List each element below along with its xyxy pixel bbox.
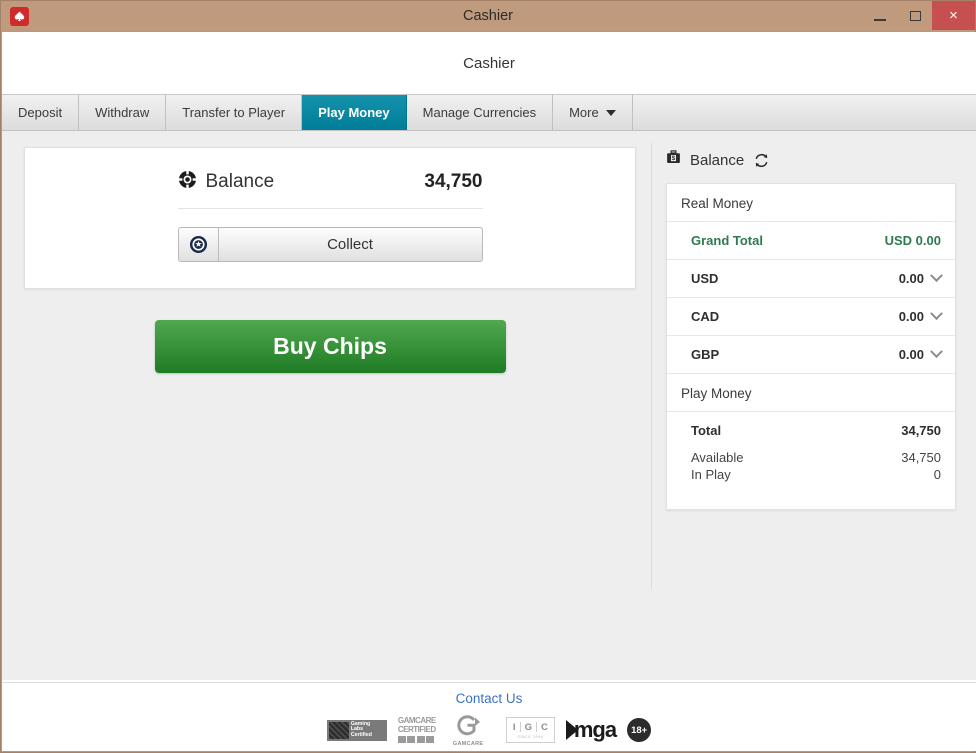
tab-deposit[interactable]: Deposit: [2, 95, 80, 130]
balance-sidebar-title: Balance: [690, 151, 745, 169]
tab-manage-currencies[interactable]: Manage Currencies: [406, 95, 554, 130]
balance-label-group: Balance: [178, 170, 275, 194]
collect-button[interactable]: Collect: [177, 227, 483, 262]
tab-bar-filler: [632, 95, 976, 130]
row-value: 34,750: [901, 423, 941, 438]
row-value: 34,750: [901, 450, 941, 465]
age-18-plus-logo: 18+: [627, 718, 652, 742]
gamcare-logo: GAMCARE: [453, 714, 495, 747]
cashier-window: Cashier × Cashier Deposit Withdraw Trans…: [0, 0, 976, 753]
app-body: Cashier Deposit Withdraw Transfer to Pla…: [2, 32, 976, 751]
mga-text: mga: [573, 717, 617, 742]
row-value-group: 0.00: [898, 307, 943, 324]
balance-sidebar-header: $ Balance: [666, 147, 956, 173]
balance-row-cad[interactable]: CAD 0.00: [667, 297, 955, 335]
row-value: 0: [933, 467, 941, 482]
row-label: Available: [691, 450, 744, 465]
balance-row-available: Available 34,750: [667, 449, 955, 466]
row-label: USD: [691, 271, 719, 286]
collect-button-label: Collect: [327, 236, 373, 253]
chevron-down-icon[interactable]: [930, 307, 943, 321]
balance-row-grand-total: Grand Total USD 0.00: [667, 221, 955, 259]
row-value: 0.00: [898, 271, 924, 286]
row-label: In Play: [691, 467, 731, 482]
content-area: Balance 34,750 Collect Buy Chips $ Balan…: [2, 131, 976, 680]
page-title: Cashier: [463, 54, 515, 72]
tab-label: Play Money: [318, 105, 390, 120]
gamcare-certified-logo: GAMCARE CERTIFIED: [397, 716, 442, 743]
chevron-down-icon[interactable]: [930, 269, 943, 283]
logo-line-3: Certified: [350, 731, 372, 738]
section-title-play-money: Play Money: [667, 373, 955, 411]
tab-more[interactable]: More: [553, 95, 633, 130]
chevron-down-icon: [605, 109, 616, 116]
gaming-labs-pattern: [328, 721, 349, 739]
balance-sidebar-card: Real Money Grand Total USD 0.00 USD 0.00: [666, 183, 956, 510]
balance-card: Balance 34,750 Collect: [24, 147, 636, 289]
tab-play-money[interactable]: Play Money: [302, 95, 407, 130]
close-icon: ×: [949, 7, 958, 24]
tab-label: Deposit: [18, 105, 63, 120]
row-label: CAD: [691, 309, 720, 324]
balance-row: Balance 34,750: [177, 170, 483, 209]
row-value-group: 0.00: [898, 269, 943, 286]
close-button[interactable]: ×: [932, 1, 975, 30]
igc-letter-i: I: [512, 721, 516, 733]
section-title-real-money: Real Money: [681, 196, 754, 211]
balance-row-usd[interactable]: USD 0.00: [667, 259, 955, 297]
tab-label: Transfer to Player: [182, 105, 286, 120]
tab-transfer-to-player[interactable]: Transfer to Player: [166, 95, 303, 130]
igc-logo: I G C SINCE 1996: [505, 717, 555, 743]
igc-letter-c: C: [540, 721, 548, 733]
balance-label: Balance: [205, 171, 275, 192]
balance-row-in-play: In Play 0: [667, 466, 955, 483]
row-label: Total: [691, 423, 722, 438]
page-header: Cashier: [2, 32, 976, 95]
title-bar: Cashier ×: [1, 1, 975, 31]
balance-row-play-money-total: Total 34,750: [667, 411, 955, 449]
igc-since-text: SINCE 1996: [517, 734, 544, 739]
poker-chip-icon: [178, 170, 197, 194]
gaming-labs-text: Gaming Labs Certified: [350, 721, 372, 739]
maximize-icon: [909, 10, 921, 21]
row-label: Grand Total: [691, 233, 763, 248]
svg-text:$: $: [672, 155, 676, 162]
contact-us-link[interactable]: Contact Us: [456, 691, 523, 706]
minimize-button[interactable]: [862, 1, 898, 30]
balance-amount: 34,750: [424, 171, 483, 192]
tab-label: Manage Currencies: [422, 105, 537, 120]
row-label: GBP: [691, 347, 720, 362]
igc-letter-g: G: [524, 721, 532, 733]
column-divider: [651, 143, 652, 589]
footer: Contact Us Gaming Labs Certified GAMCARE…: [2, 682, 976, 751]
minimize-icon: [874, 18, 886, 21]
mga-logo: mga: [565, 717, 617, 743]
logo-line-2: CERTIFIED: [397, 724, 436, 734]
balance-row-gbp[interactable]: GBP 0.00: [667, 335, 955, 373]
row-value: 0.00: [898, 347, 924, 362]
maximize-button[interactable]: [898, 1, 932, 30]
gaming-labs-certified-logo: Gaming Labs Certified: [326, 719, 387, 741]
balance-sidebar: $ Balance Real Money Grand Total USD 0.0…: [666, 147, 956, 510]
refresh-icon[interactable]: [753, 152, 770, 169]
row-value: USD 0.00: [884, 233, 941, 248]
poker-chip-icon: [179, 228, 219, 261]
tab-label: Withdraw: [95, 105, 150, 120]
row-value: 0.00: [898, 309, 924, 324]
buy-chips-button[interactable]: Buy Chips: [154, 320, 506, 373]
tab-withdraw[interactable]: Withdraw: [79, 95, 167, 130]
rating-stars: [397, 736, 436, 743]
card-bottom-padding: [667, 483, 955, 509]
certification-logos: Gaming Labs Certified GAMCARE CERTIFIED: [326, 714, 652, 747]
row-value-group: 0.00: [898, 345, 943, 362]
tab-bar: Deposit Withdraw Transfer to Player Play…: [2, 95, 976, 131]
igc-letters: I G C: [513, 722, 548, 733]
tab-label: More: [569, 105, 599, 120]
chevron-down-icon[interactable]: [930, 345, 943, 359]
play-money-panel: Balance 34,750 Collect Buy Chips: [24, 147, 636, 373]
money-bag-icon: $: [666, 150, 681, 170]
logo-caption: GAMCARE: [452, 740, 484, 747]
window-title: Cashier: [463, 8, 513, 24]
